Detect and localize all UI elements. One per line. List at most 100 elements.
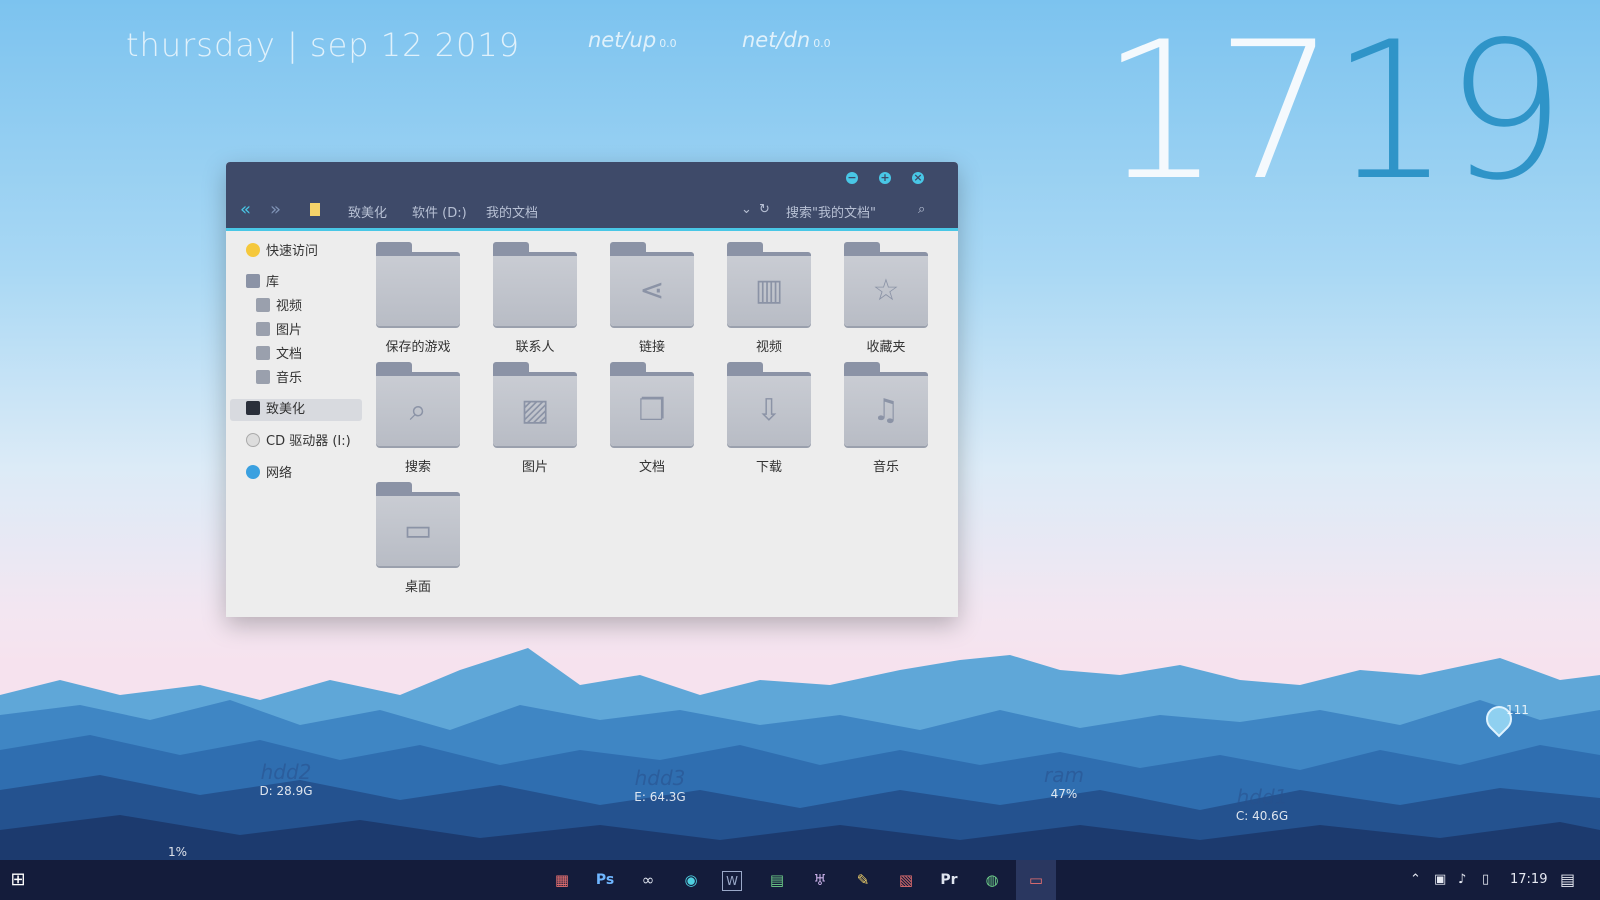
star-icon: ☆ (872, 273, 900, 308)
image-icon[interactable]: ▧ (894, 868, 918, 892)
hdd1-label: hdd1 (1236, 785, 1288, 809)
cpu-value: 1% (168, 845, 188, 859)
pen-icon[interactable]: ✎ (851, 868, 875, 892)
date-widget: thursday | sep 12 2019 (126, 26, 521, 64)
library-icon (246, 274, 260, 288)
folder-label: 链接 (638, 340, 665, 355)
clock-text[interactable]: 17:19 (1510, 860, 1547, 900)
browser-icon[interactable]: ♅ (808, 868, 832, 892)
refresh-icon[interactable]: ↻ (759, 202, 770, 217)
hdd3-label: hdd3 (634, 766, 686, 790)
globe-icon[interactable]: ◍ (980, 868, 1004, 892)
search-input[interactable]: 搜索"我的文档" (786, 202, 876, 221)
address-bar[interactable]: « » 致美化 软件 (D:) 我的文档 ⌄ ↻ 搜索"我的文档" ⌕ (226, 199, 958, 222)
breadcrumb-item-3[interactable]: 我的文档 (486, 202, 538, 221)
weather-value: 111 (1506, 703, 1529, 717)
hdd1-value: C: 40.6G (1235, 809, 1289, 823)
sidebar-item-label: 库 (266, 275, 280, 290)
clock-minutes: 19 (1330, 1, 1566, 222)
sidebar-item-label: 网络 (266, 466, 293, 481)
word-icon[interactable]: W (722, 871, 742, 891)
minimize-icon[interactable]: − (846, 172, 858, 184)
network-icon[interactable]: ▣ (1434, 860, 1446, 900)
folder-label: 文档 (638, 460, 665, 475)
globe-icon (246, 465, 260, 479)
net-up-widget: net/up 0.0 (588, 28, 677, 52)
apps-icon[interactable]: ▦ (550, 868, 574, 892)
net-up-value: 0.0 (659, 37, 677, 50)
notification-icon[interactable]: ▤ (1560, 860, 1575, 900)
net-down-label: net/dn (742, 28, 811, 52)
display-icon[interactable]: ▭ (1016, 860, 1056, 900)
folder-label: 视频 (755, 340, 782, 355)
start-windows-icon[interactable]: ⊞ (6, 868, 30, 892)
forward-icon[interactable]: » (270, 199, 281, 220)
folder-label: 联系人 (515, 340, 555, 355)
sidebar-item-label: 图片 (276, 323, 303, 338)
sidebar-item-quick-access[interactable]: 快速访问 (246, 241, 318, 263)
chevron-up-icon[interactable]: ⌃ (1410, 860, 1421, 900)
sidebar-item-label: 致美化 (266, 402, 306, 417)
sidebar-item-label: 文档 (276, 347, 303, 362)
net-down-widget: net/dn 0.0 (742, 28, 831, 52)
title-bar[interactable]: − + × « » 致美化 软件 (D:) 我的文档 ⌄ ↻ 搜索"我的文档" … (226, 162, 958, 231)
usb-icon[interactable]: ▯ (1482, 860, 1489, 900)
sidebar-item-videos[interactable]: 视频 (256, 296, 302, 318)
sheet-icon[interactable]: ▤ (765, 868, 789, 892)
folder-label: 桌面 (404, 580, 431, 595)
monitor-icon (246, 401, 260, 415)
clock-hours: 17 (1100, 1, 1336, 222)
ram-value: 47% (1050, 787, 1078, 801)
taskbar: ⊞ ▦ Ps ∞ ◉ W ▤ ♅ ✎ ▧ Pr ◍ ▭ ⌃ ▣ ♪ ▯ 17:1… (0, 860, 1600, 900)
picture-icon (256, 322, 270, 336)
search-icon[interactable]: ⌕ (918, 202, 925, 217)
star-icon (246, 243, 260, 257)
net-up-label: net/up (588, 28, 657, 52)
document-icon: ❐ (638, 393, 666, 428)
download-icon: ⇩ (756, 393, 782, 428)
sidebar-item-label: 音乐 (276, 371, 303, 386)
sidebar-item-library[interactable]: 库 (246, 272, 279, 294)
volume-icon[interactable]: ♪ (1458, 860, 1466, 900)
film-icon (256, 298, 270, 312)
sidebar-item-pictures[interactable]: 图片 (256, 320, 302, 342)
music-icon: ♫ (872, 393, 900, 428)
sidebar-item-cd-drive[interactable]: CD 驱动器 (I:) (246, 431, 351, 453)
sidebar: 快速访问 库 视频 图片 文档 音乐 致美化 CD 驱动器 (I:) 网络 (226, 231, 362, 617)
back-icon[interactable]: « (240, 199, 251, 220)
film-icon: ▥ (754, 273, 784, 308)
close-icon[interactable]: × (912, 172, 924, 184)
folder-label: 下载 (755, 460, 782, 475)
folder-label: 收藏夹 (866, 340, 906, 355)
hdd2-label: hdd2 (260, 760, 312, 784)
link-icon[interactable]: ∞ (636, 868, 660, 892)
clock-widget: 1719 (1100, 12, 1566, 212)
picture-icon: ▨ (520, 393, 550, 428)
hdd2-widget: hdd2 D: 28.9G (254, 760, 318, 798)
sidebar-item-network[interactable]: 网络 (246, 463, 292, 485)
hdd2-value: D: 28.9G (259, 784, 313, 798)
folder-label: 图片 (521, 460, 548, 475)
ram-widget: ram 47% (1032, 763, 1096, 801)
folder-small-icon (310, 203, 320, 216)
folder-label: 保存的游戏 (385, 340, 451, 355)
camera-icon[interactable]: ◉ (679, 868, 703, 892)
folder-label: 搜索 (404, 460, 431, 475)
sidebar-item-label: CD 驱动器 (I:) (266, 434, 351, 449)
cd-icon (246, 433, 260, 447)
maximize-icon[interactable]: + (879, 172, 891, 184)
document-icon (256, 346, 270, 360)
premiere-icon[interactable]: Pr (937, 868, 961, 892)
share-icon: ⋖ (639, 273, 665, 308)
breadcrumb-item-1[interactable]: 致美化 (348, 202, 387, 221)
desktop-icon: ▭ (403, 513, 433, 548)
sidebar-item-documents[interactable]: 文档 (256, 344, 302, 366)
photoshop-icon[interactable]: Ps (593, 868, 617, 892)
breadcrumb-item-2[interactable]: 软件 (D:) (412, 202, 467, 221)
net-down-value: 0.0 (813, 37, 831, 50)
sidebar-item-this-pc[interactable]: 致美化 (230, 399, 362, 421)
sidebar-item-music[interactable]: 音乐 (256, 368, 302, 390)
folder-label: 音乐 (872, 460, 899, 475)
chevron-down-icon[interactable]: ⌄ (741, 202, 752, 217)
sidebar-item-label: 快速访问 (266, 244, 319, 259)
